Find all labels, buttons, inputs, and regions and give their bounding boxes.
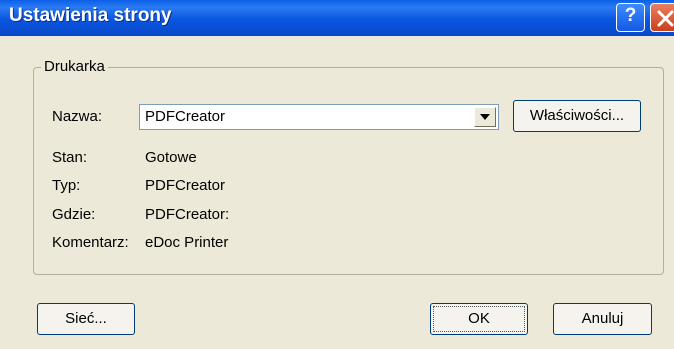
type-label: Typ: <box>52 177 81 194</box>
status-label: Stan: <box>52 149 88 166</box>
printer-name-value: PDFCreator <box>145 108 226 125</box>
comment-label: Komentarz: <box>52 234 129 251</box>
network-button[interactable]: Sieć... <box>37 303 135 335</box>
title-bar[interactable]: Ustawienia strony ? <box>0 0 674 36</box>
cancel-button[interactable]: Anuluj <box>553 303 652 335</box>
close-button[interactable] <box>650 3 674 32</box>
dropdown-button[interactable] <box>474 107 496 127</box>
name-label: Nazwa: <box>52 108 103 125</box>
printer-group-label: Drukarka <box>41 58 108 75</box>
where-value: PDFCreator: <box>145 206 230 223</box>
comment-value: eDoc Printer <box>145 234 229 251</box>
chevron-down-icon <box>480 114 490 120</box>
help-button[interactable]: ? <box>616 3 645 32</box>
close-icon <box>657 10 674 27</box>
printer-name-select[interactable]: PDFCreator <box>139 104 499 130</box>
status-value: Gotowe <box>145 149 197 166</box>
page-setup-dialog: Ustawienia strony ? Drukarka Nazwa: PDFC… <box>0 0 674 349</box>
ok-button[interactable]: OK <box>430 303 528 335</box>
type-value: PDFCreator <box>145 177 226 194</box>
properties-button[interactable]: Właściwości... <box>513 100 641 132</box>
where-label: Gdzie: <box>52 206 96 223</box>
window-title: Ustawienia strony <box>9 5 172 26</box>
question-icon: ? <box>624 5 637 26</box>
